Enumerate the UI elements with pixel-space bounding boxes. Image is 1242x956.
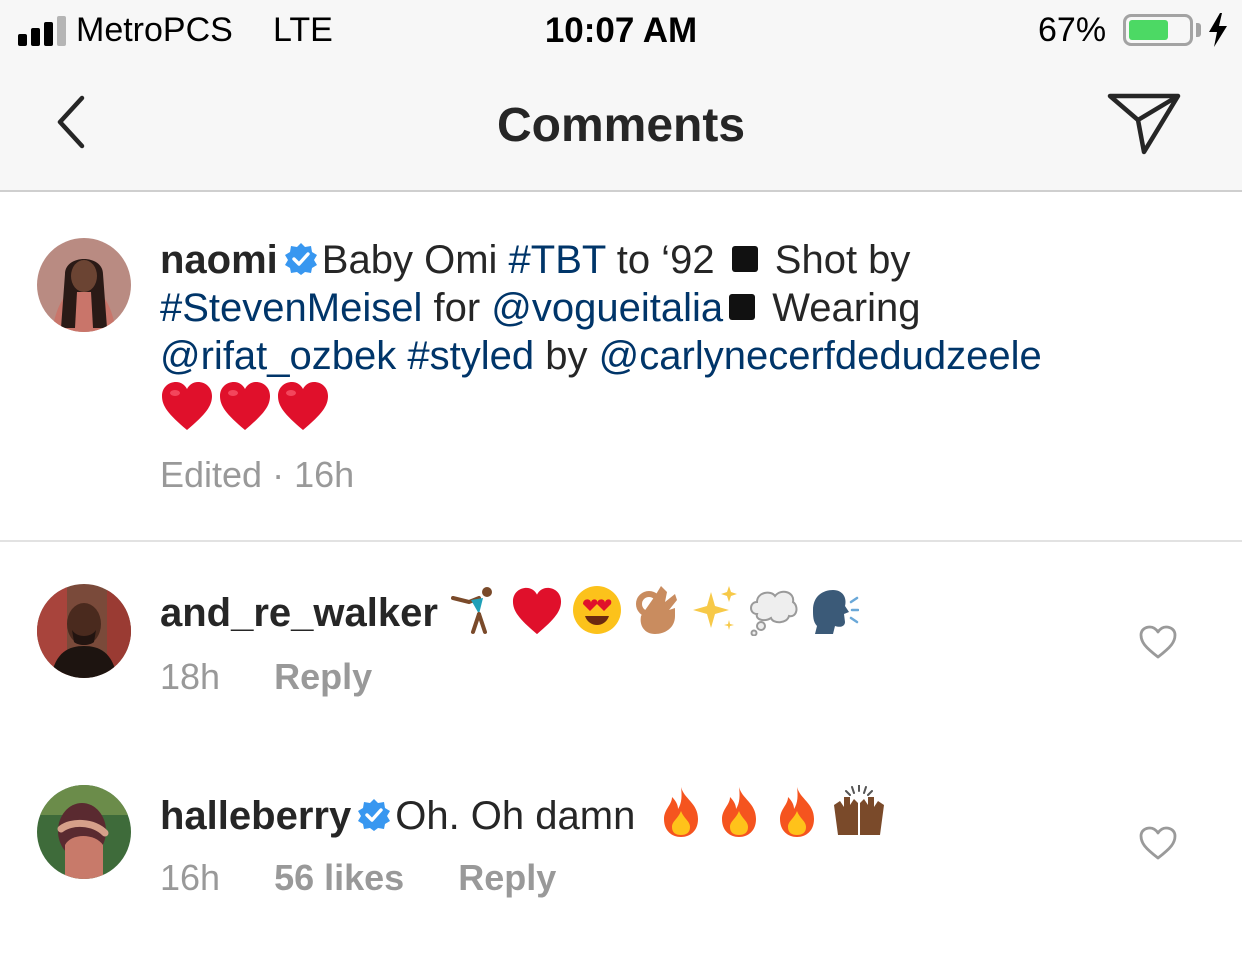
black-square-emoji xyxy=(731,246,758,272)
red-heart-emoji xyxy=(513,587,562,635)
caption-text-part: to ‘92 xyxy=(605,238,726,282)
battery-icon xyxy=(1123,14,1193,46)
thought-balloon-emoji xyxy=(750,590,798,636)
avatar[interactable] xyxy=(37,785,131,879)
caption-text-part: Baby Omi xyxy=(321,238,509,282)
red-heart-emoji xyxy=(162,382,212,430)
battery-level-fill xyxy=(1129,20,1168,40)
comment-meta: 18h Reply xyxy=(160,656,372,698)
fire-emoji xyxy=(664,787,699,837)
caption-text-part: for xyxy=(422,286,492,330)
avatar[interactable] xyxy=(37,238,131,332)
red-heart-emoji xyxy=(278,382,328,430)
hashtag-link[interactable]: #StevenMeisel xyxy=(160,286,422,330)
post-caption: naomi Baby Omi #TBT to ‘92 Shot by #Stev… xyxy=(0,192,1242,542)
black-square-emoji xyxy=(729,294,756,320)
fire-emoji xyxy=(722,787,757,837)
likes-count-link[interactable]: 56 likes xyxy=(274,857,404,898)
caption-text-part: Wearing xyxy=(761,286,921,330)
comment-text: halleberry Oh. Oh damn xyxy=(160,785,896,842)
page-title: Comments xyxy=(496,99,746,152)
caption-text: naomi Baby Omi #TBT to ‘92 Shot by #Stev… xyxy=(160,236,1160,432)
comment-text: and_re_walker xyxy=(160,584,867,639)
caption-meta: Edited · 16h xyxy=(160,454,355,495)
verified-badge-icon xyxy=(358,799,391,831)
status-bar: MetroPCS LTE 10:07 AM 67% xyxy=(0,0,1242,64)
mention-link[interactable]: @carlynecerfdedudzeele xyxy=(599,334,1042,378)
hashtag-link[interactable]: #TBT xyxy=(509,238,606,282)
reply-button[interactable]: Reply xyxy=(274,656,372,697)
cartwheel-emoji xyxy=(451,587,493,634)
speaking-head-emoji xyxy=(813,590,860,634)
comment-meta: 16h 56 likes Reply xyxy=(160,857,556,899)
comment-row: and_re_walker 18h Reply xyxy=(0,584,1242,764)
reply-button[interactable]: Reply xyxy=(458,857,556,898)
mention-link[interactable]: @vogueitalia xyxy=(491,286,723,330)
heart-eyes-emoji xyxy=(573,586,622,634)
ok-hand-emoji xyxy=(636,586,678,634)
mention-link[interactable]: @rifat_ozbek xyxy=(160,334,396,378)
verified-badge-icon xyxy=(284,243,317,275)
caption-username[interactable]: naomi xyxy=(160,238,278,282)
comment-time: 16h xyxy=(160,857,221,898)
hearts-row xyxy=(160,380,1160,432)
battery-percent: 67% xyxy=(1038,11,1107,49)
comment-row: halleberry Oh. Oh damn 16h 56 likes Repl… xyxy=(0,785,1242,956)
comment-username[interactable]: halleberry xyxy=(160,794,351,838)
send-direct-button[interactable] xyxy=(1104,90,1184,160)
battery-tip xyxy=(1196,23,1201,37)
raised-hands-emoji xyxy=(834,785,885,835)
like-heart-icon[interactable] xyxy=(1138,624,1178,660)
comment-body: Oh. Oh damn xyxy=(395,794,636,838)
sparkles-emoji xyxy=(693,586,738,630)
navigation-bar: Comments xyxy=(0,64,1242,192)
red-heart-emoji xyxy=(220,382,270,430)
comment-time: 18h xyxy=(160,656,221,697)
fire-emoji xyxy=(780,787,815,837)
like-heart-icon[interactable] xyxy=(1138,825,1178,861)
comment-username[interactable]: and_re_walker xyxy=(160,591,438,635)
avatar[interactable] xyxy=(37,584,131,678)
caption-text-part: by xyxy=(534,334,599,378)
hashtag-link[interactable]: #styled xyxy=(407,334,534,378)
caption-text-part xyxy=(396,334,407,378)
charging-bolt-icon xyxy=(1209,13,1227,47)
caption-text-part: Shot by xyxy=(763,238,911,282)
